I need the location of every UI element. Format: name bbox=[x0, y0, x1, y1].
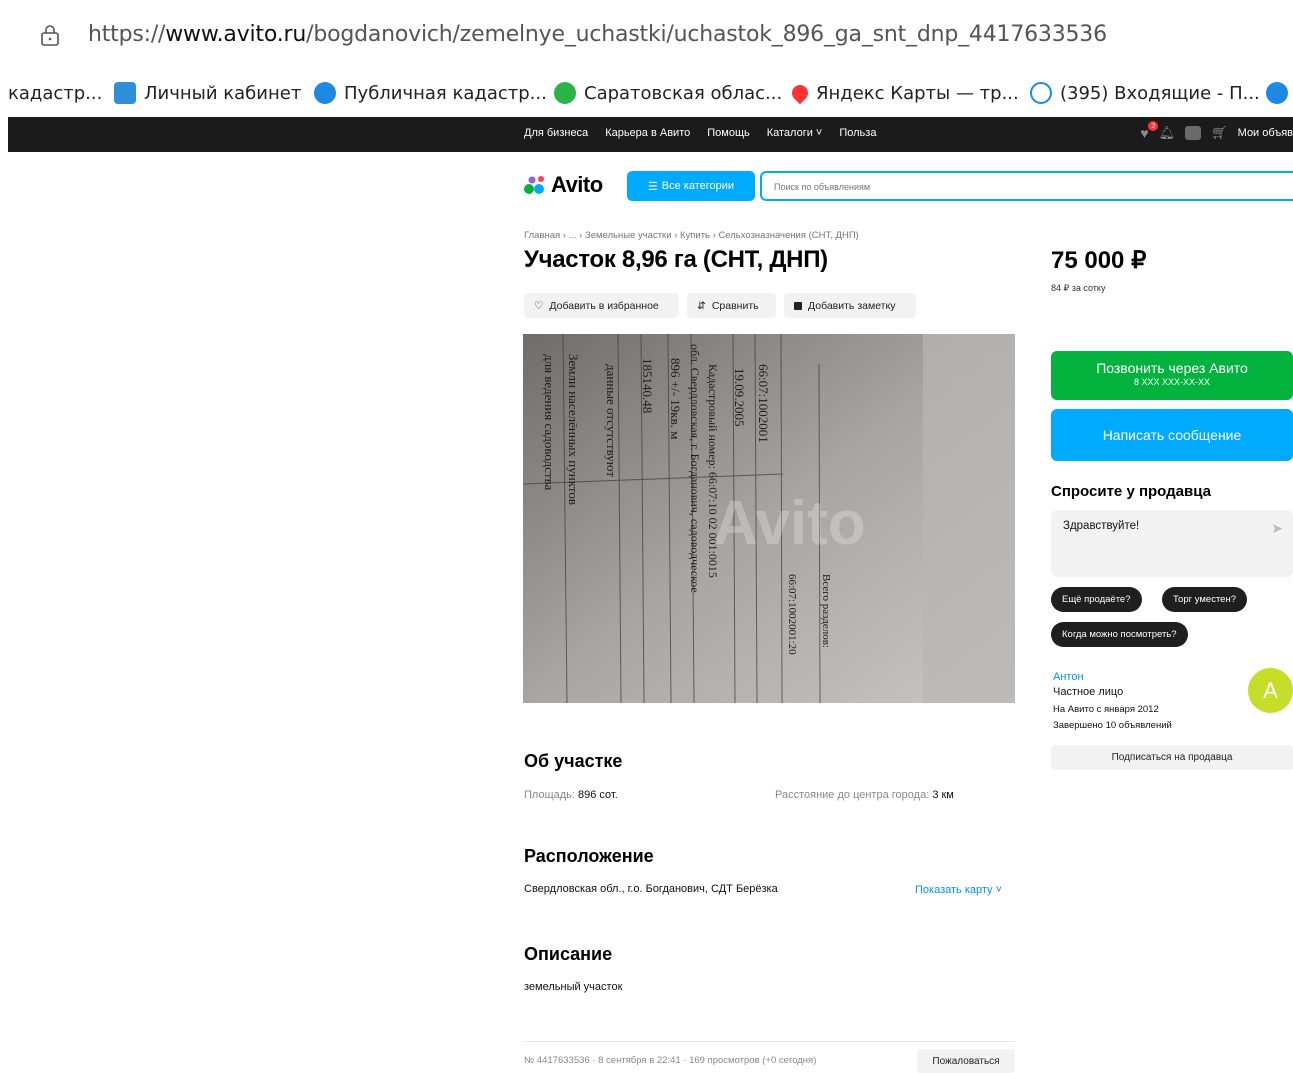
photo-text-line: обл. Свердловская, г. Богданович, садово… bbox=[688, 344, 702, 593]
home-map-icon bbox=[1266, 82, 1288, 104]
price-per-unit: 84 ₽ за сотку bbox=[1051, 283, 1106, 293]
mail-icon bbox=[1030, 82, 1052, 104]
compare-icon: ⇵ bbox=[697, 299, 706, 312]
photo-text-line: 896 +/- 19кв. м bbox=[668, 358, 683, 439]
bookmark-item[interactable]: кадастр... bbox=[8, 78, 102, 108]
subscribe-button[interactable]: Подписаться на продавца bbox=[1051, 745, 1293, 770]
avatar[interactable]: A bbox=[1248, 668, 1293, 713]
listing-actions: ♡ Добавить в избранное ⇵ Сравнить Добави… bbox=[524, 293, 916, 318]
send-icon[interactable]: ➤ bbox=[1271, 520, 1283, 537]
nav-link-career[interactable]: Карьера в Авито bbox=[605, 127, 690, 139]
map-pin-icon bbox=[788, 81, 812, 105]
seller-since: На Авито с января 2012 bbox=[1053, 704, 1159, 715]
phone-number: 8 XXX XXX-XX-XX bbox=[1133, 377, 1211, 387]
avito-logo-icon bbox=[524, 176, 544, 194]
location-heading: Расположение bbox=[524, 846, 654, 866]
quick-reply-viewing[interactable]: Когда можно посмотреть? bbox=[1051, 622, 1188, 647]
home-map-icon bbox=[314, 82, 336, 104]
bookmark-item[interactable] bbox=[1266, 78, 1288, 108]
nav-link-help[interactable]: Помощь bbox=[707, 127, 750, 139]
nav-link-catalogs[interactable]: Каталоги ˅ bbox=[767, 127, 823, 139]
page-title: Участок 8,96 га (СНТ, ДНП) bbox=[524, 246, 828, 273]
browser-address-bar[interactable]: https://www.avito.ru/bogdanovich/zemelny… bbox=[0, 0, 1293, 70]
distance-param: Расстояние до центра города: 3 км bbox=[775, 789, 954, 801]
photo-text-line: 66:07:1002001:20 bbox=[786, 574, 798, 655]
bookmark-item[interactable]: Яндекс Карты — тр... bbox=[788, 78, 1019, 108]
search-input[interactable]: Поиск по объявлениям bbox=[760, 171, 1293, 201]
photo-text-line: для ведения садоводства bbox=[542, 354, 557, 491]
address-text: Свердловская обл., г.о. Богданович, СДТ … bbox=[524, 883, 778, 895]
heart-icon: ♡ bbox=[534, 299, 544, 312]
add-favorite-button[interactable]: ♡ Добавить в избранное bbox=[524, 293, 679, 318]
listing-photo[interactable]: для ведения садоводства Земли населённых… bbox=[523, 334, 1015, 703]
notifications-icon[interactable]: 🔔︎ bbox=[1159, 125, 1176, 141]
photo-text-line: 185140.48 bbox=[640, 358, 655, 413]
photo-watermark: Avito bbox=[713, 489, 866, 558]
top-nav: Для бизнеса Карьера в Авито Помощь Катал… bbox=[8, 117, 1293, 152]
avito-logo[interactable]: Avito bbox=[523, 172, 603, 198]
bookmark-item[interactable]: Саратовская облас... bbox=[554, 78, 782, 108]
menu-search-icon: ☰ bbox=[647, 180, 658, 193]
quick-reply-still-selling[interactable]: Ещё продаёте? bbox=[1051, 587, 1142, 612]
photo-text-line: Земли населённых пунктов bbox=[566, 354, 581, 505]
show-map-link[interactable]: Показать карту ˅ bbox=[915, 884, 1002, 896]
price: 75 000 ₽ bbox=[1051, 247, 1147, 274]
cart-icon[interactable]: 🛒︎ bbox=[1211, 125, 1228, 141]
bookmark-item[interactable]: (395) Входящие - П... bbox=[1030, 78, 1260, 108]
call-button[interactable]: Позвонить через Авито 8 XXX XXX-XX-XX bbox=[1051, 351, 1293, 400]
write-message-button[interactable]: Написать сообщение bbox=[1051, 409, 1293, 461]
nav-link-business[interactable]: Для бизнеса bbox=[524, 127, 588, 139]
area-param: Площадь: 896 сот. bbox=[524, 789, 618, 801]
quick-reply-bargain[interactable]: Торг уместен? bbox=[1162, 587, 1247, 612]
bookmark-item[interactable]: Личный кабинет bbox=[114, 78, 301, 108]
favorites-icon[interactable]: ♥ 2 bbox=[1140, 121, 1159, 141]
all-categories-button[interactable]: ☰ Все категории bbox=[627, 171, 755, 201]
ask-seller-input[interactable]: Здравствуйте! ➤ bbox=[1051, 510, 1293, 577]
photo-text-line: 66:07:1002001 bbox=[756, 364, 771, 443]
bookmark-item[interactable]: Публичная кадастр... bbox=[314, 78, 547, 108]
note-icon bbox=[794, 301, 802, 310]
add-note-button[interactable]: Добавить заметку bbox=[784, 293, 916, 318]
divider bbox=[524, 1041, 1015, 1042]
messages-icon[interactable] bbox=[1185, 126, 1202, 140]
description-heading: Описание bbox=[524, 944, 613, 964]
bookmarks-bar: кадастр... Личный кабинет Публичная када… bbox=[0, 70, 1293, 116]
description-text: земельный участок bbox=[524, 981, 623, 993]
check-circle-icon bbox=[554, 82, 576, 104]
about-heading: Об участке bbox=[524, 751, 623, 771]
lock-icon bbox=[41, 25, 59, 46]
photo-text-line: 19.09.2005 bbox=[732, 368, 747, 427]
my-ads-link[interactable]: Мои объяв bbox=[1238, 127, 1293, 139]
listing-meta: № 4417633536 · 8 сентября в 22:41 · 169 … bbox=[524, 1055, 817, 1066]
seller-name-link[interactable]: Антон bbox=[1053, 671, 1084, 683]
seller-type: Частное лицо bbox=[1053, 686, 1124, 698]
breadcrumb[interactable]: Главная › ... › Земельные участки › Купи… bbox=[524, 230, 859, 241]
compare-button[interactable]: ⇵ Сравнить bbox=[687, 293, 776, 318]
report-button[interactable]: Пожаловаться bbox=[917, 1049, 1015, 1073]
document-photo: для ведения садоводства Земли населённых… bbox=[523, 334, 1015, 703]
seller-completed: Завершено 10 объявлений bbox=[1053, 720, 1172, 731]
photo-text-line: данные отсутствуют bbox=[604, 364, 619, 477]
nav-link-benefit[interactable]: Польза bbox=[839, 127, 876, 139]
rosreestr-icon bbox=[114, 82, 136, 104]
url-text[interactable]: https://www.avito.ru/bogdanovich/zemelny… bbox=[88, 22, 1107, 47]
photo-text-line: Всего разделов: bbox=[820, 574, 832, 648]
ask-seller-heading: Спросите у продавца bbox=[1051, 483, 1211, 500]
